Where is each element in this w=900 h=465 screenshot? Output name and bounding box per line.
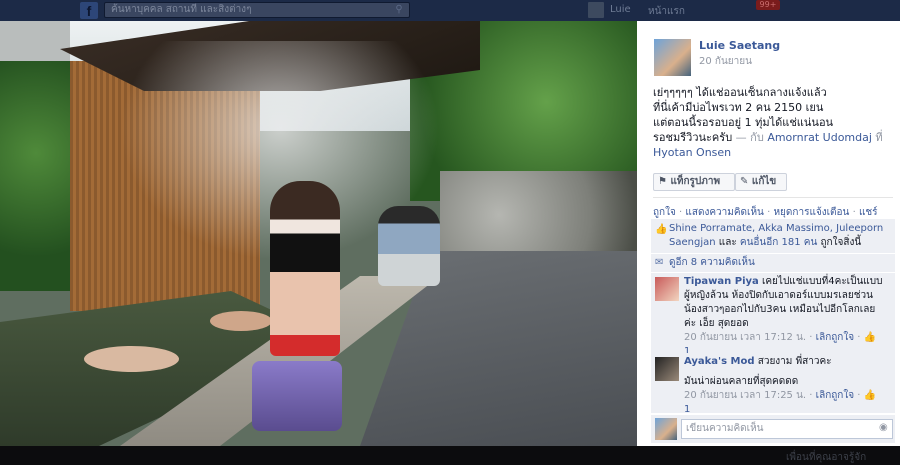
list-item: Tipawan Piya เคยไปแช่แบบที่4คะเป็นแบบผู้… [651, 273, 895, 357]
tag-icon: ⚑ [658, 176, 667, 187]
tagged-person-link[interactable]: Amornrat Udomdaj [767, 131, 872, 144]
comment-link[interactable]: แสดงความคิดเห็น [685, 207, 763, 218]
avatar [655, 418, 677, 440]
post-timestamp[interactable]: 20 กันยายน [699, 54, 752, 69]
unlike-link[interactable]: เลิกถูกใจ [816, 332, 854, 343]
thumbs-up-icon: 👍 [863, 390, 877, 401]
search-input[interactable]: ค้นหาบุคคล สถานที่ และสิ่งต่างๆ [104, 2, 410, 18]
comment-author-link[interactable]: Ayaka's Mod [684, 356, 755, 367]
post-photo[interactable] [0, 21, 637, 446]
author-avatar[interactable] [654, 39, 691, 76]
comment-author-link[interactable]: Tipawan Piya [684, 276, 759, 287]
thumbs-up-icon: 👍 [655, 224, 668, 235]
comment-like-count[interactable]: 1 [684, 404, 690, 415]
top-navigation-bar: f ค้นหาบุคคล สถานที่ และสิ่งต่างๆ ⚲ Luie… [0, 0, 900, 21]
camera-icon[interactable]: ◉ [879, 422, 888, 433]
post-actions: ถูกใจ · แสดงความคิดเห็น · หยุดการแจ้งเตื… [653, 207, 878, 218]
author-name-link[interactable]: Luie Saetang [699, 39, 780, 52]
comment-text: สวยงาม พี่สาวคะ [757, 356, 832, 367]
search-icon[interactable]: ⚲ [390, 3, 408, 17]
avatar[interactable] [655, 357, 679, 381]
list-item: Ayaka's Mod สวยงาม พี่สาวคะ มันน่าผ่อนคล… [651, 353, 895, 415]
other-likers-link[interactable]: คนอื่นอีก 181 คน [740, 237, 817, 248]
place-link[interactable]: Hyotan Onsen [653, 146, 731, 159]
facebook-logo-icon[interactable]: f [80, 2, 98, 19]
share-link[interactable]: แชร์ [859, 207, 878, 218]
post-text: เย่ๆๆๆๆๆ ได้แช่ออนเซ็นกลางแจ้งแล้ว ที่นี… [653, 86, 883, 159]
comment-composer: เขียนความคิดเห็น ◉ [651, 415, 895, 443]
comment-input[interactable]: เขียนความคิดเห็น [681, 419, 893, 439]
divider [653, 197, 893, 198]
thumbs-up-icon: 👍 [863, 332, 877, 343]
comment-timestamp[interactable]: 20 กันยายน เวลา 17:12 น. [684, 332, 806, 343]
comment-text: มันน่าผ่อนคลายที่สุดคดดด [684, 376, 799, 387]
profile-link[interactable]: Luie [610, 4, 631, 15]
edit-button[interactable]: ✎ แก้ไข [735, 173, 787, 191]
view-more-comments-link[interactable]: ✉ ดูอีก 8 ความคิดเห็น [651, 254, 895, 272]
pencil-icon: ✎ [740, 176, 749, 187]
unlike-link[interactable]: เลิกถูกใจ [816, 390, 854, 401]
tag-photo-button[interactable]: ⚑ แท็กรูปภาพ [653, 173, 735, 191]
bottom-right-text: เพื่อนที่คุณอาจรู้จัก [786, 452, 867, 463]
bottom-strip: เพื่อนที่คุณอาจรู้จัก [0, 446, 900, 465]
stop-notifications-link[interactable]: หยุดการแจ้งเตือน [773, 207, 849, 218]
avatar[interactable] [588, 2, 604, 18]
like-link[interactable]: ถูกใจ [653, 207, 676, 218]
likes-summary: 👍 Shine Porramate, Akka Massimo, Juleepo… [651, 219, 895, 253]
home-link[interactable]: หน้าแรก [648, 4, 685, 19]
post-details-panel: Luie Saetang 20 กันยายน เย่ๆๆๆๆๆ ได้แช่อ… [637, 21, 900, 446]
comment-timestamp[interactable]: 20 กันยายน เวลา 17:25 น. [684, 390, 806, 401]
comments-icon: ✉ [655, 257, 664, 268]
avatar[interactable] [655, 277, 679, 301]
notification-badge[interactable]: 99+ [756, 0, 780, 10]
